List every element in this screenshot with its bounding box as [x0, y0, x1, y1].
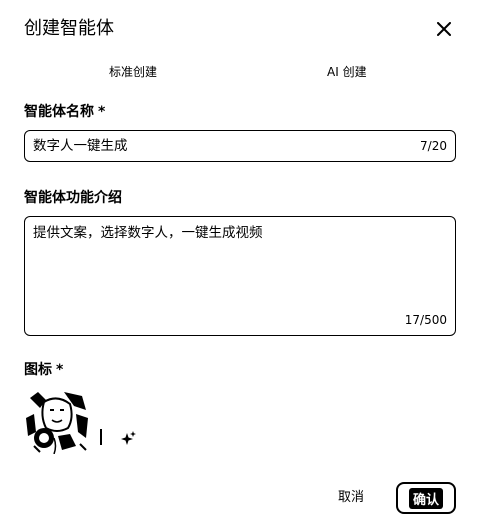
generate-icon-button[interactable] [120, 429, 138, 447]
required-mark: * [56, 362, 64, 378]
close-button[interactable] [432, 17, 456, 41]
description-value: 提供文案，选择数字人，一键生成视频 [33, 225, 263, 241]
name-input[interactable]: 数字人一键生成 7/20 [24, 130, 456, 162]
required-mark: * [98, 104, 106, 120]
confirm-button[interactable]: 确认 [396, 482, 456, 514]
divider [100, 429, 102, 445]
name-label: 智能体名称 * [24, 102, 105, 122]
name-input-value: 数字人一键生成 [33, 138, 128, 154]
avatar-image[interactable] [24, 388, 90, 454]
confirm-button-label: 确认 [408, 487, 443, 509]
name-label-text: 智能体名称 [24, 104, 94, 120]
tab-standard-create[interactable]: 标准创建 [109, 63, 157, 81]
desc-label: 智能体功能介绍 [24, 190, 122, 206]
description-textarea[interactable]: 提供文案，选择数字人，一键生成视频 17/500 [24, 216, 456, 336]
avatar-illustration [24, 388, 90, 454]
icon-label: 图标 * [24, 360, 63, 380]
tab-ai-create[interactable]: AI 创建 [327, 63, 367, 81]
create-agent-dialog: 创建智能体 标准创建 AI 创建 智能体名称 * 数字人一键生成 7/20 智能体… [0, 0, 480, 530]
name-char-counter: 7/20 [420, 139, 447, 153]
dialog-title: 创建智能体 [24, 18, 114, 39]
description-char-counter: 17/500 [404, 313, 447, 327]
icon-label-text: 图标 [24, 362, 52, 378]
sparkle-icon [121, 431, 136, 445]
close-icon [437, 22, 451, 36]
cancel-button[interactable]: 取消 [338, 488, 364, 508]
